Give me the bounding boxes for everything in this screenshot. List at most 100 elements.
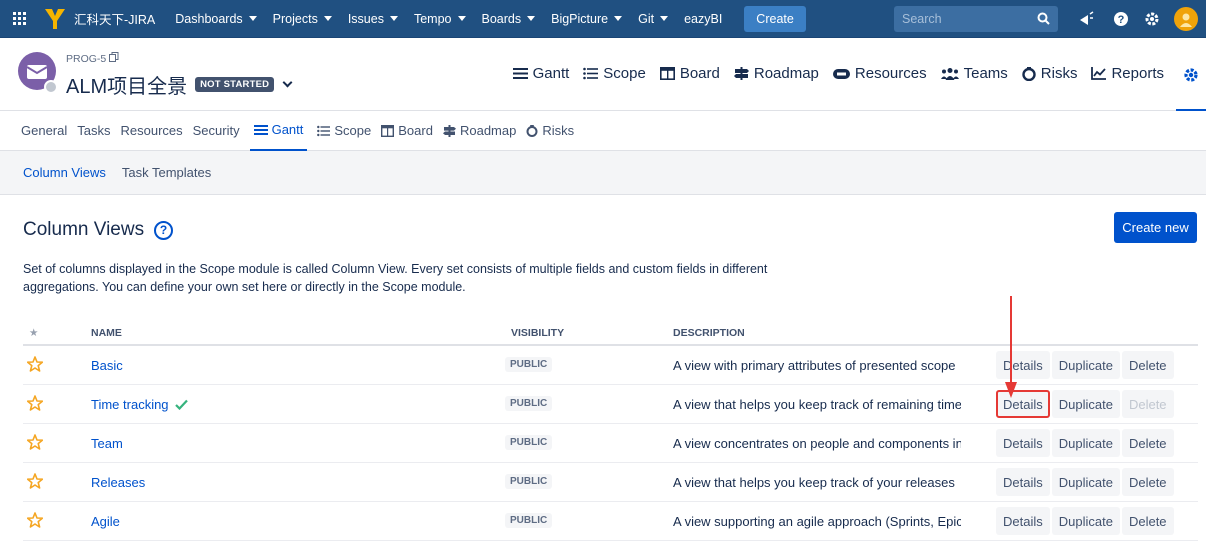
module-resources[interactable]: Resources — [832, 65, 927, 82]
duplicate-button[interactable]: Duplicate — [1051, 351, 1120, 379]
nav-tempo[interactable]: Tempo — [406, 0, 474, 38]
subnav-gantt[interactable]: Gantt — [249, 111, 308, 151]
jira-logo-icon[interactable] — [42, 6, 68, 32]
view-name-link[interactable]: Time tracking — [91, 397, 188, 412]
subnav-scope[interactable]: Scope — [317, 111, 371, 151]
module-gantt[interactable]: Gantt — [512, 65, 569, 82]
nav-projects[interactable]: Projects — [265, 0, 340, 38]
project-title[interactable]: ALM项目全景 NOT STARTED — [66, 70, 293, 99]
chevron-down-icon — [323, 16, 332, 21]
view-name-link[interactable]: Team — [91, 436, 123, 451]
view-name-link[interactable]: Agile — [91, 514, 120, 529]
create-new-button[interactable]: Create new — [1114, 212, 1197, 243]
project-key[interactable]: PROG-5 — [66, 52, 119, 65]
table-row: Basic PUBLIC A view with primary attribu… — [23, 346, 1198, 385]
visibility-column-header[interactable]: VISIBILITY — [511, 327, 564, 339]
nav-dashboards[interactable]: Dashboards — [167, 0, 264, 38]
board-icon — [381, 124, 395, 137]
visibility-badge: PUBLIC — [505, 513, 553, 528]
view-name-link[interactable]: Basic — [91, 358, 123, 373]
checkmark-icon — [174, 399, 188, 410]
subnav-resources[interactable]: Resources — [120, 111, 182, 151]
delete-button[interactable]: Delete — [1121, 468, 1174, 496]
search-input[interactable]: Search — [894, 6, 1058, 32]
nav-git[interactable]: Git — [630, 0, 676, 38]
module-scope[interactable]: Scope — [583, 65, 646, 82]
name-column-header[interactable]: NAME — [91, 327, 122, 339]
column-views-table: ★ NAME VISIBILITY DESCRIPTION Basic PUBL… — [23, 320, 1198, 541]
table-row: Time tracking PUBLIC A view that helps y… — [23, 385, 1198, 424]
table-row: Releases PUBLIC A view that helps you ke… — [23, 463, 1198, 502]
table-header: ★ NAME VISIBILITY DESCRIPTION — [23, 320, 1198, 346]
risks-icon — [1022, 66, 1036, 81]
status-badge[interactable]: NOT STARTED — [195, 77, 275, 92]
favorite-star-icon[interactable] — [26, 473, 44, 492]
details-button[interactable]: Details — [996, 507, 1050, 535]
subnav-tasks[interactable]: Tasks — [77, 111, 110, 151]
view-name-link[interactable]: Releases — [91, 475, 145, 490]
duplicate-button[interactable]: Duplicate — [1051, 507, 1120, 535]
subnav-security[interactable]: Security — [193, 111, 240, 151]
subnav-roadmap[interactable]: Roadmap — [442, 111, 516, 151]
chevron-down-icon — [614, 16, 623, 21]
site-name[interactable]: 汇科天下-JIRA — [74, 9, 155, 28]
help-icon[interactable]: ? — [1111, 9, 1131, 29]
module-risks[interactable]: Risks — [1022, 65, 1077, 82]
nav-issues[interactable]: Issues — [340, 0, 406, 38]
delete-button[interactable]: Delete — [1121, 429, 1174, 457]
tab-task-templates[interactable]: Task Templates — [122, 165, 211, 180]
module-teams[interactable]: Teams — [940, 65, 1008, 82]
resources-icon — [832, 68, 850, 79]
delete-button[interactable]: Delete — [1121, 351, 1174, 379]
nav-bigpicture[interactable]: BigPicture — [543, 0, 630, 38]
scope-icon — [583, 67, 599, 80]
copy-icon[interactable] — [109, 52, 119, 65]
details-button[interactable]: Details — [996, 468, 1050, 496]
favorite-star-icon[interactable] — [26, 512, 44, 531]
delete-button[interactable]: Delete — [1121, 507, 1174, 535]
module-roadmap[interactable]: Roadmap — [733, 65, 819, 82]
tabs-bar: Column Views Task Templates — [0, 151, 1206, 195]
duplicate-button[interactable]: Duplicate — [1051, 468, 1120, 496]
view-description: A view concentrates on people and compon… — [673, 436, 961, 451]
settings-icon[interactable] — [1142, 9, 1162, 29]
view-description: A view that helps you keep track of your… — [673, 475, 955, 490]
duplicate-button[interactable]: Duplicate — [1051, 390, 1120, 418]
search-icon — [1037, 12, 1050, 28]
star-badge-icon — [44, 80, 58, 94]
table-body: Basic PUBLIC A view with primary attribu… — [23, 346, 1198, 541]
view-description: A view with primary attributes of presen… — [673, 358, 956, 373]
row-actions: Details Duplicate Delete — [996, 507, 1176, 535]
nav-eazybi[interactable]: eazyBI — [676, 0, 730, 38]
risks-icon — [526, 124, 538, 137]
user-avatar[interactable] — [1174, 7, 1198, 31]
page-title-text: Column Views — [23, 219, 145, 240]
favorite-star-icon[interactable] — [26, 356, 44, 375]
subnav-risks[interactable]: Risks — [526, 111, 574, 151]
subnav-general[interactable]: General — [21, 111, 67, 151]
chevron-down-icon — [660, 16, 669, 21]
nav-boards[interactable]: Boards — [474, 0, 544, 38]
project-settings-gear-icon[interactable] — [1176, 60, 1206, 111]
tab-column-views[interactable]: Column Views — [23, 165, 106, 180]
help-circle-icon[interactable]: ? — [154, 220, 174, 240]
details-button[interactable]: Details — [996, 429, 1050, 457]
module-board[interactable]: Board — [659, 65, 720, 82]
star-column-header: ★ — [29, 327, 39, 339]
top-navigation-bar: 汇科天下-JIRA Dashboards Projects Issues Tem… — [0, 0, 1206, 38]
module-reports[interactable]: Reports — [1091, 65, 1164, 82]
favorite-star-icon[interactable] — [26, 434, 44, 453]
duplicate-button[interactable]: Duplicate — [1051, 429, 1120, 457]
project-modules-nav: Gantt Scope Board Roadmap Resources Team… — [512, 65, 1164, 82]
app-switcher-icon[interactable] — [0, 0, 38, 38]
favorite-star-icon[interactable] — [26, 395, 44, 414]
subnav-board[interactable]: Board — [381, 111, 433, 151]
create-button[interactable]: Create — [744, 5, 806, 32]
view-description: A view that helps you keep track of rema… — [673, 397, 961, 412]
chevron-down-icon[interactable] — [282, 77, 293, 88]
roadmap-icon — [442, 124, 456, 137]
description-column-header[interactable]: DESCRIPTION — [673, 327, 745, 339]
visibility-badge: PUBLIC — [505, 474, 553, 489]
notifications-icon[interactable] — [1076, 9, 1096, 29]
teams-icon — [940, 68, 959, 80]
